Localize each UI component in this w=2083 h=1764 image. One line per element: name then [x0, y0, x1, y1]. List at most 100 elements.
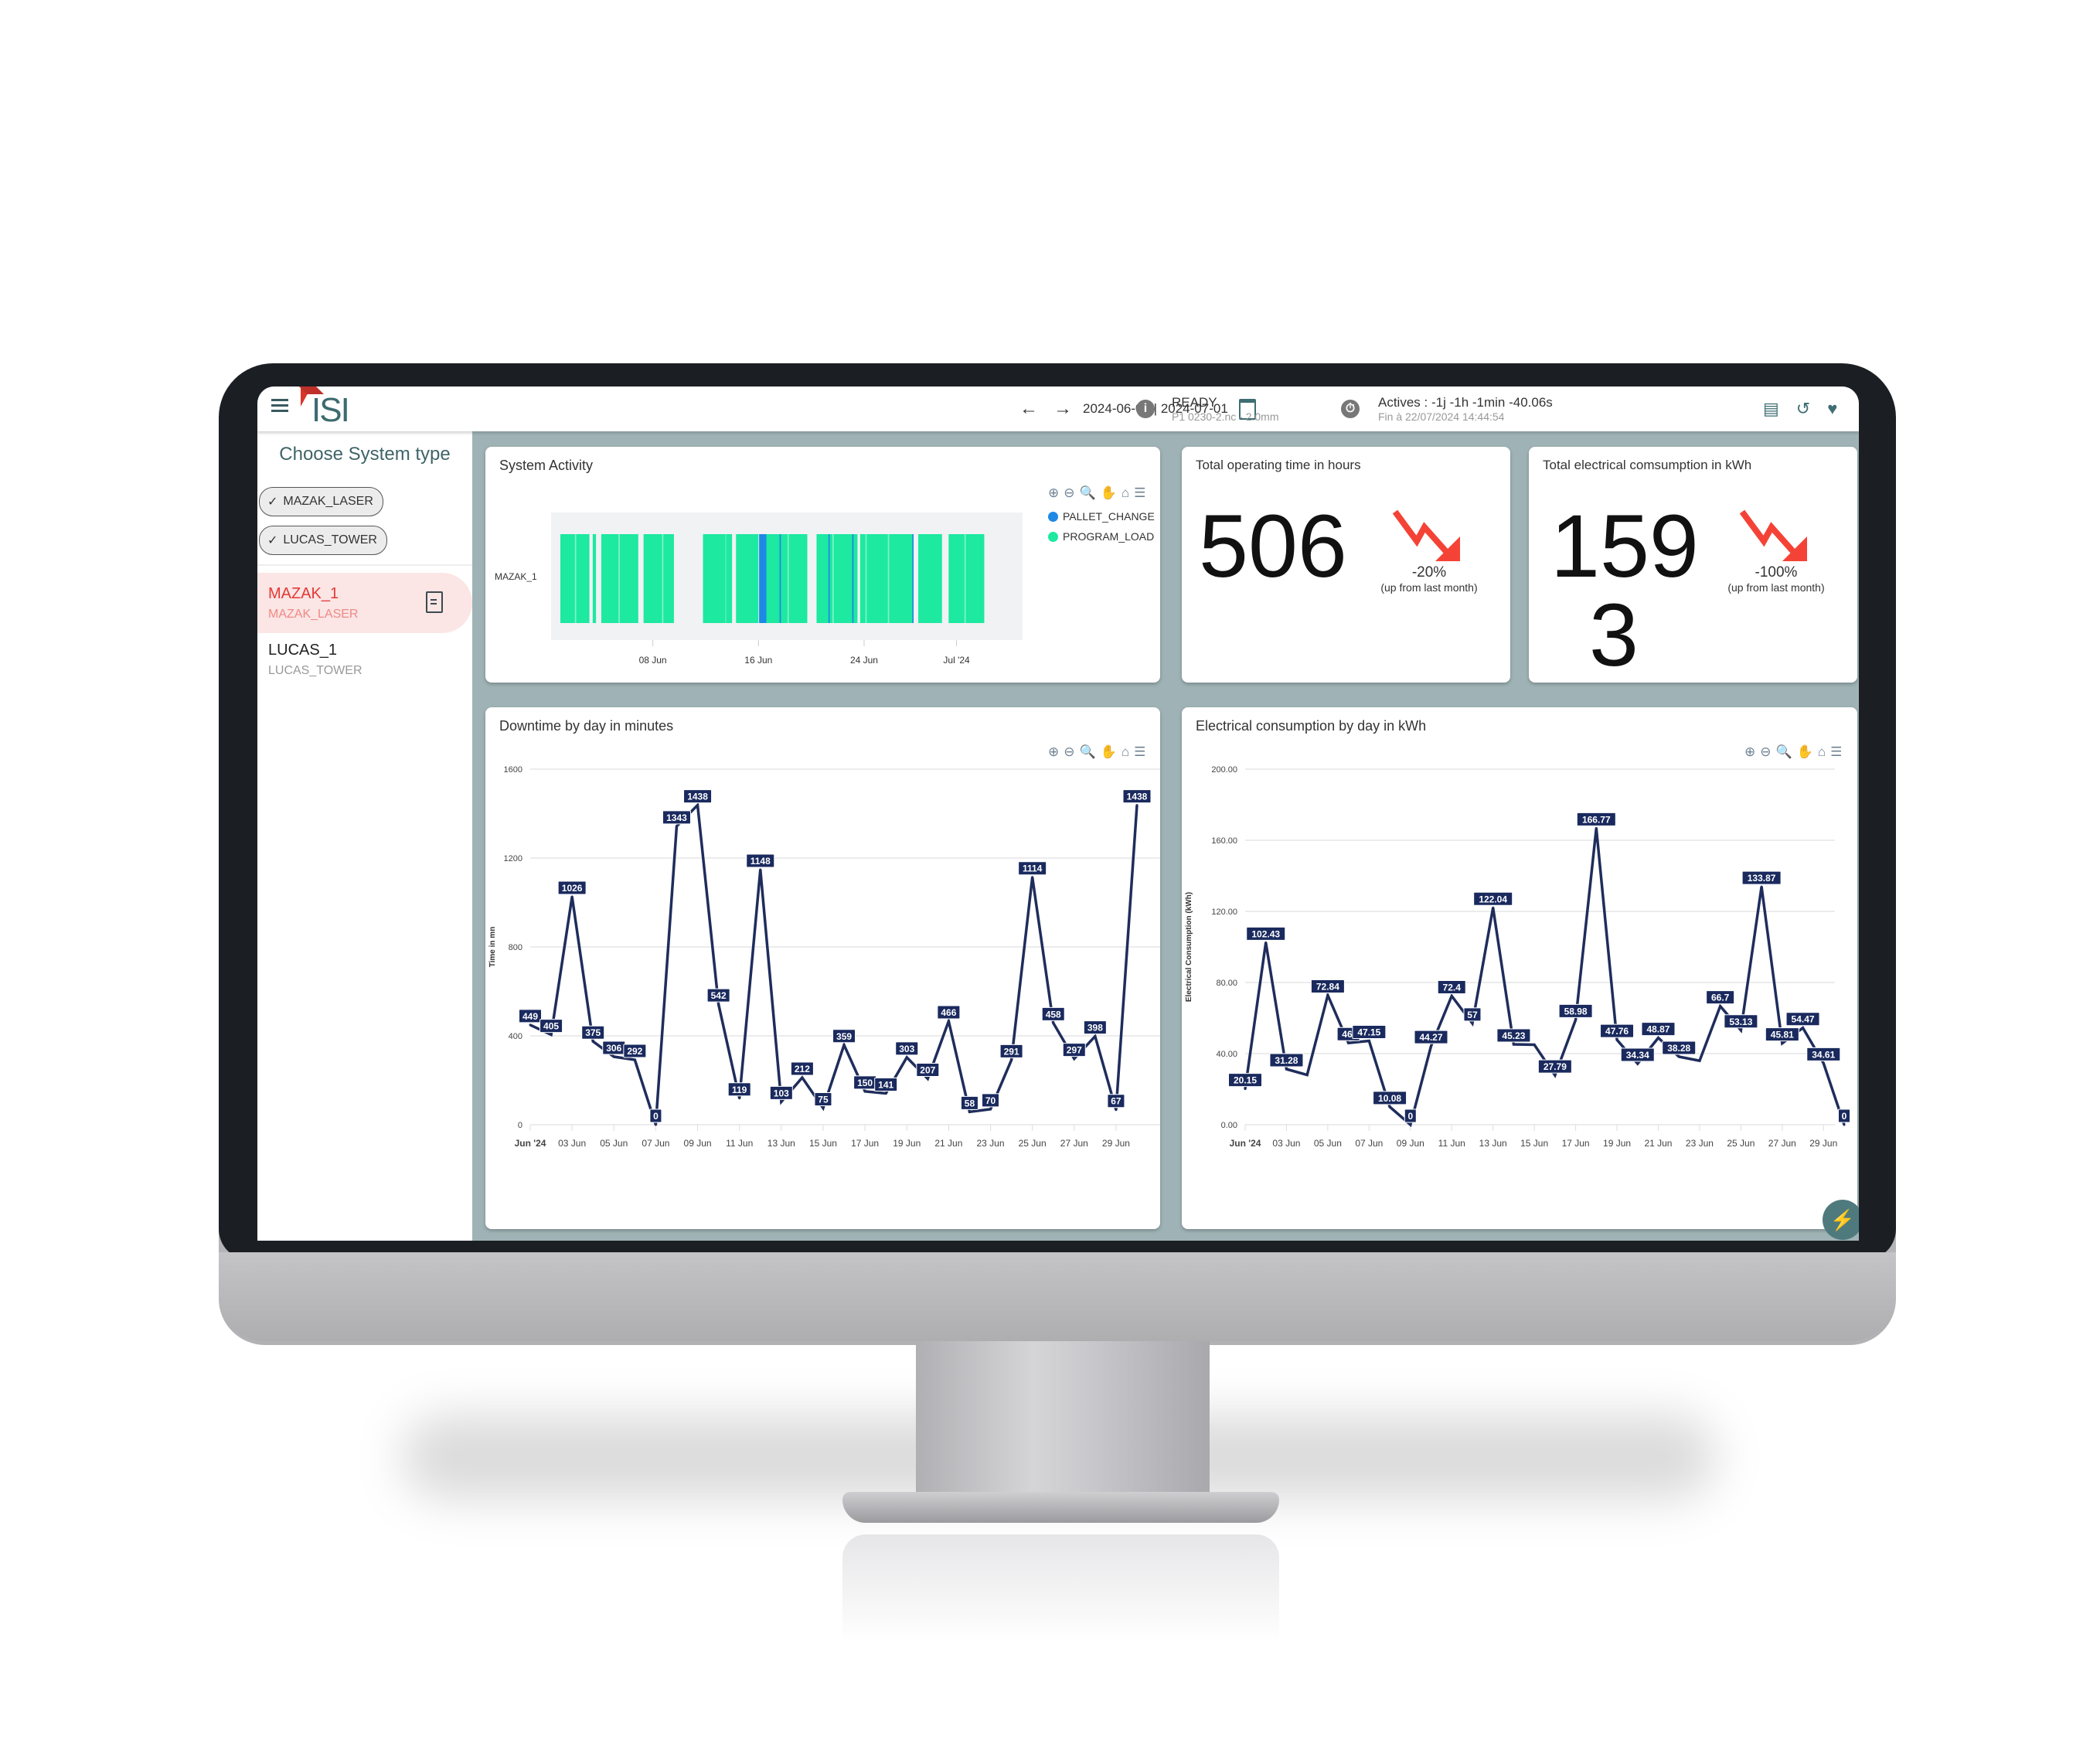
chip-label: MAZAK_LASER — [283, 495, 373, 508]
downtime-chart-card: Downtime by day in minutes ⊕ ⊖ 🔍 ✋ ⌂ ☰ 0… — [485, 707, 1160, 1229]
y-tick-label: 1600 — [504, 765, 522, 775]
data-point — [1781, 1042, 1784, 1045]
data-label: 75 — [818, 1094, 829, 1105]
data-point — [1450, 994, 1453, 997]
data-point — [1409, 1123, 1412, 1126]
data-point — [842, 1044, 846, 1047]
data-label: 58 — [965, 1098, 975, 1108]
heart-pulse-icon[interactable]: ♥ — [1827, 399, 1837, 419]
pallet-change-segment — [852, 534, 854, 623]
data-point — [1135, 804, 1139, 807]
x-tick-label: 21 Jun — [934, 1138, 962, 1149]
store-icon[interactable]: ▤ — [1763, 399, 1779, 419]
data-label: 34.61 — [1812, 1049, 1835, 1060]
data-point — [1031, 876, 1034, 879]
data-label: 133.87 — [1748, 873, 1776, 884]
row-label: MAZAK_1 — [495, 571, 537, 582]
system-item-mazak-1[interactable]: MAZAK_1 MAZAK_LASER — [257, 573, 472, 633]
gap-segment — [725, 534, 727, 623]
data-label: 212 — [795, 1064, 810, 1074]
data-point — [1244, 1088, 1247, 1091]
kpi-card-operating-time: Total operating time in hours 506 -20% (… — [1182, 447, 1510, 683]
data-label: 67 — [1111, 1096, 1121, 1107]
data-label: 66.7 — [1711, 993, 1730, 1003]
kpi-change: -20% (up from last month) — [1371, 564, 1487, 594]
data-point — [759, 868, 762, 871]
data-label: 34.34 — [1626, 1050, 1649, 1061]
data-label: 102.43 — [1251, 928, 1280, 939]
data-label: 297 — [1067, 1045, 1082, 1056]
data-point — [529, 1023, 532, 1027]
y-tick-label: 1200 — [504, 854, 522, 863]
isi-logo: ISI — [299, 387, 350, 430]
data-label: 20.15 — [1234, 1075, 1257, 1086]
data-point — [1533, 1044, 1536, 1046]
data-label: 27.79 — [1544, 1061, 1567, 1072]
data-point — [675, 825, 678, 828]
data-point — [1094, 1035, 1097, 1038]
program-load-segment — [948, 534, 985, 623]
data-point — [968, 1110, 971, 1113]
data-label: 458 — [1046, 1009, 1061, 1020]
data-point — [863, 1090, 866, 1093]
filter-chip-mazak-laser[interactable]: ✓ MAZAK_LASER — [259, 487, 383, 516]
data-point — [1347, 1041, 1350, 1044]
data-label: 54.47 — [1792, 1014, 1815, 1025]
logo-text: ISI — [311, 391, 350, 429]
data-label: 53.13 — [1729, 1017, 1752, 1027]
system-name: MAZAK_1 — [268, 585, 339, 602]
data-label: 1114 — [1023, 863, 1043, 874]
timer-icon[interactable]: ⏱ — [1341, 400, 1360, 418]
data-point — [1264, 941, 1268, 944]
data-point — [1822, 1061, 1825, 1064]
electrical-chart-card: Electrical consumption by day in kWh ⊕ ⊖… — [1182, 707, 1857, 1229]
document-icon[interactable] — [426, 591, 443, 613]
data-point — [738, 1097, 741, 1100]
end-time: Fin à 22/07/2024 14:44:54 — [1378, 410, 1505, 423]
lightning-fab-button[interactable]: ⚡ — [1823, 1200, 1859, 1240]
filter-chip-lucas-tower[interactable]: ✓ LUCAS_TOWER — [259, 526, 387, 555]
x-tick-label: 13 Jun — [1479, 1138, 1507, 1149]
data-label: 542 — [711, 990, 727, 1001]
gap-segment — [964, 534, 966, 623]
kpi-card-electrical: Total electrical comsumption in kWh 159 … — [1529, 447, 1857, 683]
program-load-segment — [643, 534, 674, 623]
data-point — [1636, 1062, 1639, 1065]
data-point — [1595, 826, 1598, 829]
check-icon: ✓ — [267, 534, 278, 547]
data-point — [1802, 1027, 1805, 1030]
data-point — [1285, 1068, 1288, 1071]
data-label: 359 — [836, 1031, 852, 1042]
data-point — [1574, 1018, 1578, 1021]
forward-arrow-icon[interactable]: → — [1053, 398, 1072, 420]
menu-icon[interactable] — [271, 399, 288, 413]
x-tick-label: 29 Jun — [1102, 1138, 1130, 1149]
data-label: 45.23 — [1502, 1030, 1525, 1041]
data-label: 0 — [653, 1111, 659, 1122]
x-tick-label: 05 Jun — [600, 1138, 628, 1149]
data-label: 1343 — [666, 812, 687, 823]
data-point — [1492, 906, 1495, 909]
gap-segment — [865, 534, 867, 623]
data-label: 10.08 — [1378, 1093, 1401, 1104]
x-tick-label: 21 Jun — [1644, 1138, 1672, 1149]
x-tick-label: 25 Jun — [1727, 1138, 1755, 1149]
back-arrow-icon[interactable]: ← — [1019, 398, 1038, 420]
data-label: 466 — [941, 1007, 956, 1018]
header-actions: ▤ ↺ ♥ — [1763, 387, 1837, 431]
check-icon: ✓ — [267, 495, 278, 509]
system-name: LUCAS_1 — [268, 642, 337, 659]
data-label: 150 — [857, 1078, 873, 1088]
x-tick-label: Jun '24 — [1230, 1138, 1261, 1149]
data-point — [926, 1077, 929, 1080]
info-icon[interactable]: i — [1136, 400, 1155, 418]
system-type: MAZAK_LASER — [268, 608, 359, 621]
sidebar-divider — [257, 564, 472, 566]
x-tick-label: 29 Jun — [1809, 1138, 1837, 1149]
system-item-lucas-1[interactable]: LUCAS_1 LUCAS_TOWER — [257, 629, 472, 690]
history-icon[interactable]: ↺ — [1796, 399, 1810, 419]
data-point — [1388, 1105, 1391, 1108]
data-point — [905, 1056, 908, 1059]
trend-down-icon — [1739, 509, 1807, 561]
program-load-segment — [703, 534, 733, 623]
